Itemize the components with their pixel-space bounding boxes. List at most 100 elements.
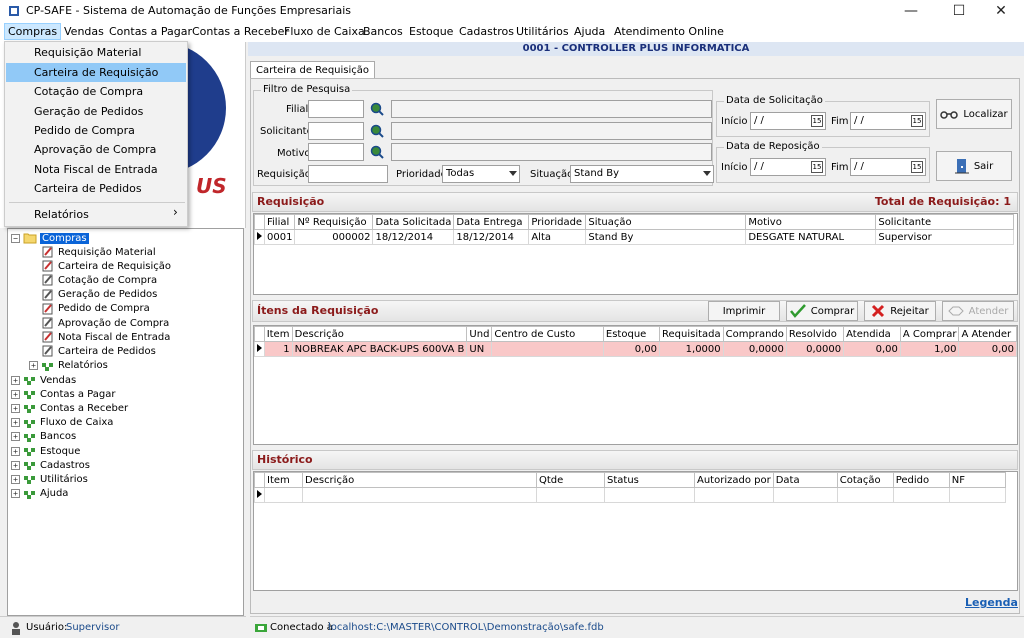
menu-contas-a-pagar[interactable]: Contas a Pagar xyxy=(109,25,192,38)
column-header[interactable]: Filial xyxy=(263,214,296,230)
tab-carteira-de-requisicao[interactable]: Carteira de Requisição xyxy=(250,61,376,79)
menu-bancos[interactable]: Bancos xyxy=(363,25,403,38)
column-header[interactable]: Nº Requisição xyxy=(294,214,374,230)
column-header[interactable]: Descrição xyxy=(291,326,468,342)
legenda-link[interactable]: Legenda xyxy=(965,596,1018,609)
column-header[interactable]: Comprando xyxy=(722,326,787,342)
table-row[interactable]: 0001 000002 18/12/2014 18/12/2014 Alta Stand … xyxy=(254,229,1015,245)
column-header[interactable]: Item xyxy=(263,326,293,342)
column-header[interactable]: Cotação xyxy=(836,472,894,488)
tree-module[interactable]: + Fluxo de Caixa xyxy=(11,416,113,430)
requisicao-input[interactable] xyxy=(308,165,388,183)
tree-module[interactable]: + Vendas xyxy=(11,373,76,387)
comprar-button[interactable]: Comprar xyxy=(786,301,858,321)
column-header[interactable]: Requisitada xyxy=(659,326,724,342)
column-header[interactable]: A Comprar xyxy=(899,326,960,342)
column-header[interactable]: Motivo xyxy=(745,214,877,230)
expand-icon[interactable]: + xyxy=(11,375,20,385)
tree-item[interactable]: Carteira de Requisição xyxy=(41,259,171,273)
menu-vendas[interactable]: Vendas xyxy=(64,25,104,38)
repos-inicio-date[interactable]: / / 15 xyxy=(750,158,826,176)
tree-item[interactable]: Cotação de Compra xyxy=(41,273,157,287)
sair-button[interactable]: Sair xyxy=(936,151,1012,181)
repos-fim-date[interactable]: / / 15 xyxy=(850,158,926,176)
dropdown-requisicao-material[interactable]: Requisição Material xyxy=(6,43,186,62)
expand-icon[interactable]: + xyxy=(11,489,20,499)
motivo-input[interactable] xyxy=(308,143,364,161)
dropdown-relatorios[interactable]: Relatórios xyxy=(6,205,186,224)
dropdown-aprovacao-de-compra[interactable]: Aprovação de Compra xyxy=(6,140,186,159)
expand-icon[interactable]: + xyxy=(11,418,20,428)
collapse-icon[interactable]: − xyxy=(11,233,20,243)
column-header[interactable]: Data xyxy=(772,472,838,488)
tree-item[interactable]: Geração de Pedidos xyxy=(41,288,157,302)
menu-fluxo-de-caixa[interactable]: Fluxo de Caixa xyxy=(284,25,365,38)
rejeitar-button[interactable]: Rejeitar xyxy=(864,301,936,321)
column-header[interactable]: Pedido xyxy=(892,472,950,488)
column-header[interactable]: A Atender xyxy=(958,326,1017,342)
tree-item[interactable]: Nota Fiscal de Entrada xyxy=(41,330,170,344)
search-filial-icon[interactable] xyxy=(370,102,384,116)
calendar-icon[interactable]: 15 xyxy=(811,161,823,173)
close-button[interactable]: ✕ xyxy=(978,0,1024,22)
tree-module[interactable]: + Estoque xyxy=(11,444,80,458)
search-motivo-icon[interactable] xyxy=(370,145,384,159)
search-solicitante-icon[interactable] xyxy=(370,124,384,138)
column-header[interactable]: Situação xyxy=(585,214,747,230)
column-header[interactable]: Und xyxy=(466,326,493,342)
expand-icon[interactable]: + xyxy=(11,446,20,456)
table-row[interactable] xyxy=(254,487,1006,503)
tree-item[interactable]: Carteira de Pedidos xyxy=(41,344,156,358)
filial-input[interactable] xyxy=(308,100,364,118)
tree-module[interactable]: + Cadastros xyxy=(11,458,90,472)
calendar-icon[interactable]: 15 xyxy=(811,115,823,127)
column-header[interactable]: Resolvido xyxy=(785,326,845,342)
menu-atendimento-online[interactable]: Atendimento Online xyxy=(614,25,724,38)
tree-module[interactable]: + Ajuda xyxy=(11,487,68,501)
column-header[interactable]: Data Entrega xyxy=(453,214,530,230)
table-row[interactable]: 1 NOBREAK APC BACK-UPS 600VA B UN 0,00 1,000… xyxy=(254,341,1017,357)
tree-module[interactable]: + Bancos xyxy=(11,430,76,444)
menu-estoque[interactable]: Estoque xyxy=(409,25,453,38)
column-header[interactable]: Solicitante xyxy=(875,214,1015,230)
solic-fim-date[interactable]: / / 15 xyxy=(850,112,926,130)
tree-module[interactable]: + Utilitários xyxy=(11,472,88,486)
localizar-button[interactable]: Localizar xyxy=(936,99,1012,129)
tree-module[interactable]: + Contas a Receber xyxy=(11,401,128,415)
menu-contas-a-receber[interactable]: Contas a Receber xyxy=(192,25,289,38)
column-header[interactable]: Autorizado por xyxy=(694,472,774,488)
expand-icon[interactable]: + xyxy=(11,389,20,399)
dropdown-nota-fiscal-de-entrada[interactable]: Nota Fiscal de Entrada xyxy=(6,160,186,179)
dropdown-pedido-de-compra[interactable]: Pedido de Compra xyxy=(6,121,186,140)
tree-item[interactable]: Pedido de Compra xyxy=(41,302,150,316)
atender-button[interactable]: Atender xyxy=(942,301,1014,321)
expand-icon[interactable]: + xyxy=(11,460,20,470)
expand-icon[interactable]: + xyxy=(11,403,20,413)
column-header[interactable]: NF xyxy=(948,472,1006,488)
column-header[interactable]: Qtde xyxy=(536,472,605,488)
column-header[interactable]: Item xyxy=(264,472,303,488)
situacao-select[interactable]: Stand By xyxy=(570,165,714,183)
column-header[interactable]: Estoque xyxy=(602,326,661,342)
column-header[interactable]: Centro de Custo xyxy=(491,326,604,342)
tree-module[interactable]: + Contas a Pagar xyxy=(11,387,115,401)
menu-cadastros[interactable]: Cadastros xyxy=(459,25,514,38)
column-header[interactable]: Prioridade xyxy=(528,214,587,230)
calendar-icon[interactable]: 15 xyxy=(911,161,923,173)
expand-icon[interactable]: + xyxy=(11,474,20,484)
column-header[interactable]: Data Solicitada xyxy=(372,214,455,230)
dropdown-geracao-de-pedidos[interactable]: Geração de Pedidos xyxy=(6,102,186,121)
dropdown-cotacao-de-compra[interactable]: Cotação de Compra xyxy=(6,82,186,101)
minimize-button[interactable]: — xyxy=(888,0,934,22)
menu-ajuda[interactable]: Ajuda xyxy=(574,25,605,38)
tree-item[interactable]: Aprovação de Compra xyxy=(41,316,169,330)
tree-root-compras[interactable]: − Compras xyxy=(11,231,89,245)
calendar-icon[interactable]: 15 xyxy=(911,115,923,127)
solicitante-input[interactable] xyxy=(308,122,364,140)
tree-item[interactable]: Requisição Material xyxy=(41,245,156,259)
expand-icon[interactable]: + xyxy=(11,432,20,442)
column-header[interactable]: Status xyxy=(604,472,695,488)
menu-utilitarios[interactable]: Utilitários xyxy=(516,25,569,38)
dropdown-carteira-de-pedidos[interactable]: Carteira de Pedidos xyxy=(6,179,186,198)
solic-inicio-date[interactable]: / / 15 xyxy=(750,112,826,130)
